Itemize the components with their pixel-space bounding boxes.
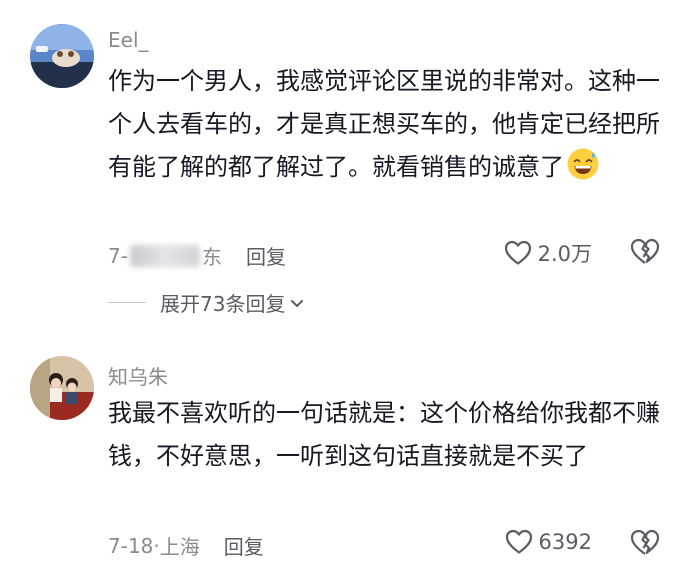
username[interactable]: Eel_ [108, 28, 149, 52]
like-count: 2.0万 [537, 242, 592, 266]
comment-location: 上海 [159, 535, 200, 559]
avatar-image [30, 24, 94, 88]
comment-meta: 7- 东 回复 [108, 241, 286, 270]
redacted-region [129, 244, 200, 267]
avatar-image [30, 356, 94, 420]
comment-date: 7-18 [108, 533, 154, 558]
expand-replies-label: 展开73条回复 [160, 292, 286, 316]
avatar[interactable] [30, 356, 94, 420]
comment-location: 东 [201, 245, 222, 269]
expand-replies-button[interactable]: 展开73条回复 [108, 288, 305, 317]
broken-heart-icon [630, 529, 660, 555]
dislike-button[interactable] [630, 529, 660, 561]
reply-button[interactable]: 回复 [224, 531, 264, 560]
reply-button[interactable]: 回复 [246, 241, 286, 270]
divider [108, 302, 146, 303]
comment-date: 7- [108, 243, 128, 268]
avatar[interactable] [30, 24, 94, 88]
like-button[interactable]: 6392 [505, 529, 592, 555]
heart-outline-icon [504, 240, 531, 265]
comment-text: 作为一个男人，我感觉评论区里说的非常对。这种一个人去看车的，才是真正想买车的，他… [108, 60, 668, 189]
comment-meta: 7-18 · 上海 回复 [108, 531, 264, 560]
like-count: 6392 [538, 530, 592, 554]
grinning-sweat-emoji [567, 148, 599, 180]
broken-heart-icon [630, 238, 660, 264]
like-button[interactable]: 2.0万 [504, 238, 592, 268]
comment-text: 我最不喜欢听的一句话就是：这个价格给你我都不赚钱，不好意思，一听到这句话直接就是… [108, 399, 660, 470]
dislike-button[interactable] [630, 238, 660, 270]
username[interactable]: 知乌朱 [108, 361, 168, 390]
chevron-down-icon [291, 299, 304, 307]
heart-outline-icon [505, 529, 532, 554]
